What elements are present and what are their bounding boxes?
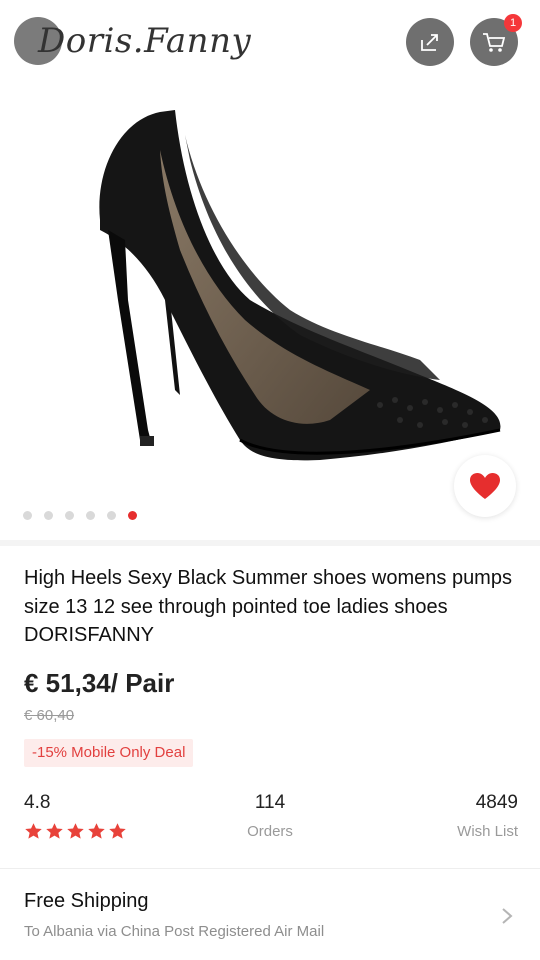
wishlist-label: Wish List <box>457 823 518 840</box>
star-icon <box>25 823 42 839</box>
shipping-title: Free Shipping <box>24 890 149 912</box>
rating-block[interactable]: 4.8 <box>24 792 127 841</box>
cart-count-badge: 1 <box>504 14 522 32</box>
cart-icon <box>483 33 506 52</box>
brand-logo[interactable]: Doris.Fanny <box>14 14 251 68</box>
star-icon <box>46 823 63 839</box>
gallery-dot[interactable] <box>86 511 95 520</box>
share-icon <box>421 34 438 51</box>
gallery-dot-active[interactable] <box>128 511 137 520</box>
product-image <box>99 110 501 461</box>
wishlist-count: 4849 <box>475 792 518 813</box>
gallery-dot[interactable] <box>107 511 116 520</box>
rating-stars <box>24 822 127 841</box>
cart-button[interactable]: 1 <box>470 14 522 66</box>
product-title: High Heels Sexy Black Summer shoes women… <box>24 567 512 646</box>
share-button[interactable] <box>406 18 454 66</box>
product-price: € 51,34/ Pair <box>24 668 175 698</box>
gallery-dot[interactable] <box>65 511 74 520</box>
product-stats: 4.8 114 Orders 4849 Wish List <box>24 792 518 852</box>
orders-count: 114 <box>254 792 286 813</box>
star-icon <box>67 823 84 839</box>
shipping-subtitle: To Albania via China Post Registered Air… <box>24 923 325 940</box>
divider <box>0 868 540 869</box>
star-icon <box>109 823 126 839</box>
gallery-dot[interactable] <box>23 511 32 520</box>
orders-label: Orders <box>247 823 293 840</box>
logo-text: Doris.Fanny <box>38 21 252 61</box>
section-divider <box>0 540 540 546</box>
original-price: € 60,40 <box>24 707 75 724</box>
gallery-pagination <box>23 511 137 520</box>
heart-icon <box>470 473 500 499</box>
wishlist-block[interactable]: 4849 Wish List <box>457 792 518 840</box>
rating-value: 4.8 <box>24 792 51 813</box>
product-gallery[interactable]: Doris.Fanny 1 <box>0 0 540 540</box>
gallery-dot[interactable] <box>44 511 53 520</box>
deal-badge: -15% Mobile Only Deal <box>24 739 194 767</box>
shipping-row[interactable]: Free Shipping To Albania via China Post … <box>0 880 540 960</box>
orders-block[interactable]: 114 Orders <box>224 792 316 840</box>
favorite-button[interactable] <box>454 455 516 517</box>
star-icon <box>88 823 105 839</box>
chevron-right-icon <box>502 908 513 924</box>
product-page: Doris.Fanny 1 High Heels Sexy Black Summ… <box>0 0 540 960</box>
